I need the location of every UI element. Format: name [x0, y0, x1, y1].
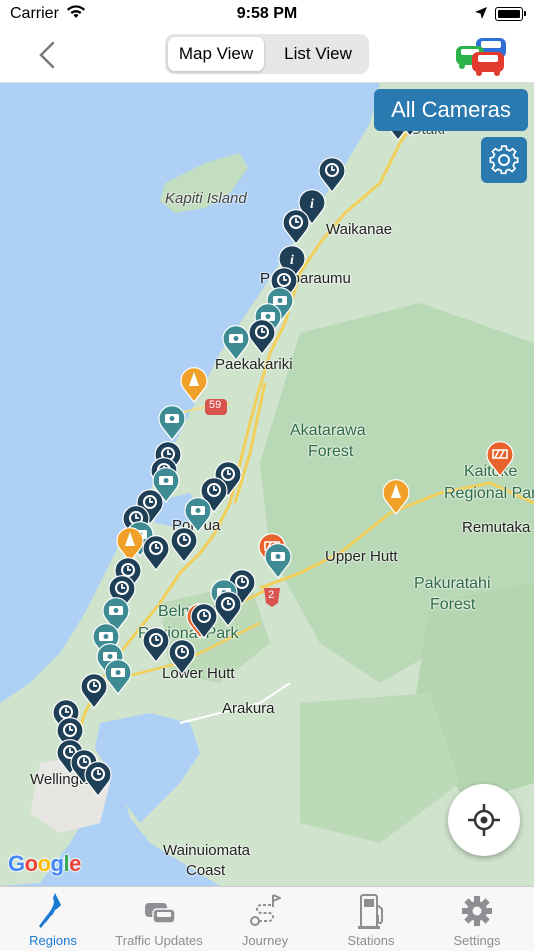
gear-icon [489, 145, 519, 175]
navigation-bar: Map View List View [0, 28, 534, 83]
map-label-upper-hutt: Upper Hutt [325, 548, 398, 565]
nz-map-icon [39, 893, 61, 928]
map-label-pakuratahi: Pakuratahi [414, 575, 491, 592]
fuel-pump-icon [358, 894, 383, 929]
map-label-wainuiomata: Wainuiomata [163, 842, 250, 859]
clock-pin-icon[interactable] [169, 527, 199, 563]
locate-me-button[interactable] [448, 784, 520, 856]
map-view-segment[interactable]: Map View [168, 37, 264, 71]
cone-pin-icon[interactable] [179, 367, 209, 403]
crosshair-icon [468, 804, 500, 836]
battery-icon [495, 7, 523, 21]
tab-bar: Regions Traffic Updates Journey Stations [0, 886, 534, 951]
clock-pin-icon[interactable] [83, 761, 113, 797]
map-label-wainuiomata-coast: Coast [186, 862, 226, 879]
map-label-akatarawa-forest: Forest [308, 443, 354, 460]
map-label-akatarawa: Akatarawa [290, 422, 366, 439]
battery-tip [524, 11, 526, 16]
settings-gear-icon [462, 896, 492, 926]
roadworks-pin-icon[interactable] [485, 441, 515, 477]
traffic-filter-cars-icon[interactable] [452, 32, 510, 78]
tab-journey[interactable]: Journey [212, 887, 318, 951]
clock: 9:58 PM [236, 5, 298, 22]
camera-pin-icon[interactable] [263, 543, 293, 579]
clock-pin-icon[interactable] [247, 319, 277, 355]
tab-traffic-updates-label: Traffic Updates [115, 933, 203, 948]
list-view-segment[interactable]: List View [269, 37, 367, 71]
all-cameras-button[interactable]: All Cameras [374, 89, 528, 131]
cone-pin-icon[interactable] [381, 479, 411, 515]
clock-pin-icon[interactable] [167, 639, 197, 675]
clock-pin-icon[interactable] [281, 209, 311, 245]
tab-stations-label: Stations [347, 933, 395, 948]
tab-stations[interactable]: Stations [318, 887, 424, 951]
map-label-kapiti-island: Kapiti Island [165, 190, 247, 207]
map-label-pakuratahi-forest: Forest [430, 596, 476, 613]
back-chevron-icon[interactable] [36, 40, 60, 70]
map-settings-button[interactable] [481, 137, 527, 183]
highway-59-label: 59 [209, 399, 222, 411]
highway-2-label: 2 [268, 589, 275, 601]
location-arrow-icon [475, 7, 487, 19]
clock-pin-icon[interactable] [189, 603, 219, 639]
traffic-map[interactable]: Otaki Kapiti Island Waikanae Paraparaumu… [0, 83, 534, 886]
status-bar: Carrier 9:58 PM [0, 0, 534, 28]
clock-pin-icon[interactable] [79, 673, 109, 709]
tab-regions-label: Regions [29, 933, 77, 948]
tab-regions[interactable]: Regions [0, 887, 106, 951]
view-mode-segmented-control: Map View List View [165, 34, 369, 74]
tab-settings[interactable]: Settings [424, 887, 530, 951]
traffic-cars-icon [145, 903, 175, 924]
clock-pin-icon[interactable] [317, 157, 347, 193]
map-label-kaitoke-park: Regional Park [444, 485, 534, 502]
tab-settings-label: Settings [453, 933, 501, 948]
tab-journey-label: Journey [241, 933, 289, 948]
map-label-arakura: Arakura [222, 700, 275, 717]
journey-route-icon [250, 894, 281, 926]
map-label-waikanae: Waikanae [326, 221, 393, 238]
svg-text:i: i [290, 253, 294, 268]
camera-pin-icon[interactable] [221, 325, 251, 361]
google-attribution: Google [8, 851, 81, 876]
map-label-remutaka: Remutaka Range [462, 519, 534, 536]
camera-pin-icon[interactable] [157, 405, 187, 441]
clock-pin-icon[interactable] [141, 535, 171, 571]
tab-traffic-updates[interactable]: Traffic Updates [106, 887, 212, 951]
